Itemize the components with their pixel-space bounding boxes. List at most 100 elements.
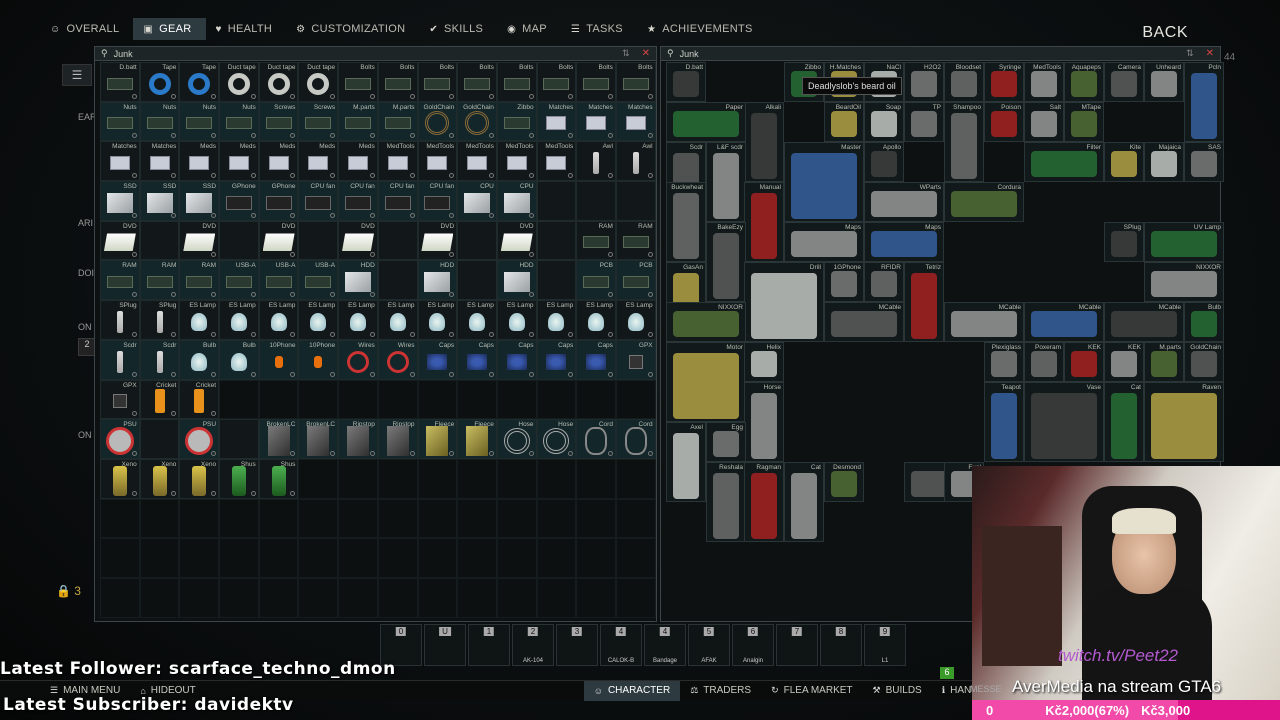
empty-slot[interactable] — [457, 220, 497, 261]
item-bolts[interactable]: Bolts — [417, 62, 458, 102]
item-caps[interactable]: Caps — [496, 339, 537, 380]
item-es-lamp[interactable]: ES Lamp — [338, 300, 378, 340]
item-goldchain[interactable]: GoldChain — [457, 101, 497, 142]
item-cpu-fan[interactable]: CPU fan — [338, 181, 378, 221]
empty-slot[interactable] — [457, 538, 497, 578]
empty-slot[interactable] — [258, 577, 299, 618]
empty-slot[interactable] — [219, 498, 259, 539]
tab-tasks[interactable]: ☰ TASKS — [561, 18, 637, 40]
item-medtools[interactable]: MedTools — [536, 141, 577, 182]
item-cricket[interactable]: Cricket — [179, 379, 220, 420]
tab-achievements[interactable]: ★ ACHIEVEMENTS — [637, 18, 767, 40]
empty-slot[interactable] — [576, 538, 616, 578]
item-goldchain[interactable]: GoldChain — [417, 101, 458, 142]
item-maps[interactable]: Maps — [784, 222, 864, 262]
empty-slot[interactable] — [496, 458, 537, 499]
empty-slot[interactable] — [496, 498, 537, 539]
quick-slot-6[interactable]: 4 Bandage — [644, 624, 686, 666]
item-screws[interactable]: Screws — [298, 101, 339, 142]
item-es-lamp[interactable]: ES Lamp — [536, 300, 577, 340]
item-splug[interactable]: SPlug — [1104, 222, 1144, 262]
item-matches[interactable]: Matches — [536, 101, 577, 142]
empty-slot[interactable] — [298, 220, 339, 261]
empty-slot[interactable] — [576, 181, 616, 221]
item-brokenlc[interactable]: BrokenLC — [298, 419, 339, 459]
item-usb-a[interactable]: USB-A — [219, 260, 259, 301]
item-cpu-fan[interactable]: CPU fan — [298, 181, 339, 221]
item-mtape[interactable]: MTape — [1064, 102, 1104, 142]
item-bulb[interactable]: Bulb — [219, 339, 259, 380]
item-bulb[interactable]: Bulb — [1184, 302, 1224, 342]
item-splug[interactable]: SPlug — [100, 300, 140, 340]
item-vase[interactable]: Vase — [1024, 382, 1104, 462]
item-uv-lamp[interactable]: UV Lamp — [1144, 222, 1224, 262]
item-caps[interactable]: Caps — [457, 339, 497, 380]
item-hdd[interactable]: HDD — [496, 260, 537, 301]
item-awl[interactable]: Awl — [615, 141, 656, 182]
empty-slot[interactable] — [338, 458, 378, 499]
empty-slot[interactable] — [338, 577, 378, 618]
empty-slot[interactable] — [457, 458, 497, 499]
item-h2o2[interactable]: H2O2 — [904, 62, 944, 102]
nav-character[interactable]: ☺ CHARACTER — [583, 680, 681, 701]
item-es-lamp[interactable]: ES Lamp — [417, 300, 458, 340]
item-ripstop[interactable]: Ripstop — [338, 419, 378, 459]
item-meds[interactable]: Meds — [179, 141, 220, 182]
item-nuts[interactable]: Nuts — [100, 101, 140, 142]
item-xeno[interactable]: Xeno — [179, 458, 220, 499]
item-bolts[interactable]: Bolts — [576, 62, 616, 102]
item-nixxor[interactable]: NIXXOR — [1144, 262, 1224, 302]
item-nixxor[interactable]: NIXXOR — [666, 302, 746, 342]
item-bolts[interactable]: Bolts — [536, 62, 577, 102]
item-shampoo[interactable]: Shampoo — [944, 102, 984, 182]
empty-slot[interactable] — [536, 181, 577, 221]
equipment-icon[interactable]: ☰ — [62, 64, 92, 86]
empty-slot[interactable] — [536, 458, 577, 499]
empty-slot[interactable] — [298, 538, 339, 578]
item-brokenlc[interactable]: BrokenLC — [258, 419, 299, 459]
nav-traders[interactable]: ⚖ TRADERS — [680, 681, 761, 701]
item-kek[interactable]: KEK — [1104, 342, 1144, 382]
empty-slot[interactable] — [615, 379, 656, 420]
item-beardoil[interactable]: BeardOil — [824, 102, 864, 142]
empty-slot[interactable] — [417, 379, 458, 420]
item-egg[interactable]: Egg — [706, 422, 746, 462]
item-xeno[interactable]: Xeno — [139, 458, 180, 499]
search-icon[interactable]: ⚲ — [667, 48, 674, 59]
item-es-lamp[interactable]: ES Lamp — [298, 300, 339, 340]
empty-slot[interactable] — [457, 379, 497, 420]
empty-slot[interactable] — [100, 498, 140, 539]
item-ram[interactable]: RAM — [139, 260, 180, 301]
empty-slot[interactable] — [536, 379, 577, 420]
empty-slot[interactable] — [179, 577, 220, 618]
empty-slot[interactable] — [298, 577, 339, 618]
item-ssd[interactable]: SSD — [100, 181, 140, 221]
item-buckwheat[interactable]: Buckwheat — [666, 182, 706, 262]
empty-slot[interactable] — [298, 498, 339, 539]
item-salt[interactable]: Salt — [1024, 102, 1064, 142]
tab-gear[interactable]: ▣ GEAR — [133, 18, 206, 40]
empty-slot[interactable] — [496, 379, 537, 420]
item-es-lamp[interactable]: ES Lamp — [179, 300, 220, 340]
item-nuts[interactable]: Nuts — [219, 101, 259, 142]
item-es-lamp[interactable]: ES Lamp — [496, 300, 537, 340]
item-shus[interactable]: Shus — [219, 458, 259, 499]
item-es-lamp[interactable]: ES Lamp — [377, 300, 418, 340]
item-nuts[interactable]: Nuts — [179, 101, 220, 142]
item-tetriz[interactable]: Tetriz — [904, 262, 944, 342]
item-psu[interactable]: PSU — [100, 419, 140, 459]
item-mcable[interactable]: MCable — [1024, 302, 1104, 342]
item-cpu[interactable]: CPU — [496, 181, 537, 221]
sort-icon[interactable]: ⇅ — [1186, 48, 1194, 59]
empty-slot[interactable] — [298, 379, 339, 420]
empty-slot[interactable] — [258, 379, 299, 420]
item-syringe[interactable]: Syringe — [984, 62, 1024, 102]
item-cord[interactable]: Cord — [615, 419, 656, 459]
item-pcln[interactable]: Pcln — [1184, 62, 1224, 142]
item-desmond[interactable]: Desmond — [824, 462, 864, 502]
empty-slot[interactable] — [219, 538, 259, 578]
item-paper[interactable]: Paper — [666, 102, 746, 142]
item-tape[interactable]: Tape — [179, 62, 220, 102]
item-l-f-scdr[interactable]: L&F scdr — [706, 142, 746, 222]
messenger-button[interactable]: MESSE — [970, 684, 1002, 694]
